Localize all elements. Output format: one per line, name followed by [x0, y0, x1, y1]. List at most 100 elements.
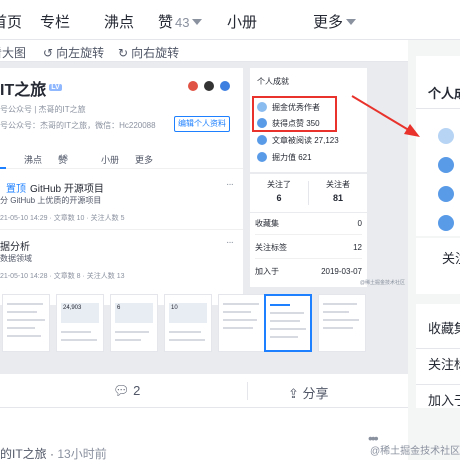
nav-tab-column[interactable]: 专栏	[40, 11, 70, 32]
column-item-title-text: GitHub 开源项目	[30, 184, 104, 195]
followers-count: 81	[332, 193, 343, 203]
thumbnail-strip: 24,903 6 10	[0, 292, 408, 354]
thumbnail[interactable]: 24,903	[56, 294, 104, 352]
comment-button[interactable]: 💬︎ 2	[113, 383, 140, 399]
achievement-row: 掘力值 621	[257, 152, 312, 163]
nav-tab-home[interactable]: 首页	[0, 11, 22, 32]
thumb-line	[115, 331, 149, 333]
thumbnail[interactable]: 6	[110, 294, 158, 352]
sub-tab-more[interactable]: 更多	[135, 153, 153, 166]
thumb-line	[270, 312, 304, 314]
sub-tab-booklets[interactable]: 小册	[101, 153, 119, 166]
rotate-right-icon: ↻	[118, 46, 129, 60]
thumbnail[interactable]: 10	[164, 294, 212, 352]
achievement-label: 文章被阅读 27,123	[272, 136, 339, 145]
divider	[416, 384, 460, 385]
comment-icon: 💬︎	[113, 383, 130, 398]
following-stat[interactable]: 关注了 6	[250, 179, 308, 203]
followers-label: 关注者	[326, 180, 350, 189]
nav-tab-booklets[interactable]: 小册	[227, 11, 257, 32]
following-label[interactable]: 关注	[442, 248, 460, 267]
stats-label: 关注标签	[255, 243, 287, 252]
rotate-right-button[interactable]: ↻ 向右旋转	[118, 44, 179, 61]
column-item-title[interactable]: 置顶 GitHub 开源项目	[6, 180, 104, 195]
more-options-icon[interactable]: ···	[226, 237, 234, 248]
post-time: 13小时前	[57, 447, 107, 460]
thumbnail[interactable]	[2, 294, 50, 352]
like-count: 43	[175, 15, 190, 30]
followers-stat[interactable]: 关注者 81	[309, 179, 367, 203]
column-item-title[interactable]: 据分析	[0, 238, 30, 253]
thumb-line	[7, 335, 41, 337]
thumbnail[interactable]	[218, 294, 266, 352]
chevron-down-icon	[192, 19, 203, 25]
post-author[interactable]: 的IT之旅	[0, 447, 47, 460]
weibo-icon[interactable]	[188, 81, 198, 91]
stats-row[interactable]: 收藏集 0	[255, 213, 362, 235]
stats-row[interactable]: 关注标签 12	[255, 237, 362, 259]
thumbnail-selected[interactable]	[264, 294, 312, 352]
thumb-line	[61, 339, 97, 341]
thumb-line	[223, 327, 253, 329]
thumb-number: 24,903	[61, 303, 99, 323]
share-label: 分享	[302, 386, 329, 401]
achievement-label: 掘力值 621	[272, 153, 312, 162]
thumb-up-icon	[438, 157, 454, 173]
comment-count: 2	[133, 383, 141, 398]
thumb-line	[323, 311, 349, 313]
profile-name: IT之旅 LV	[0, 76, 62, 100]
next-post-header: 的IT之旅 · 13小时前 •••	[0, 408, 408, 460]
sub-tab-pins[interactable]: 沸点	[24, 153, 42, 166]
share-button[interactable]: ⇪ 分享	[288, 383, 329, 402]
thumb-line	[7, 327, 35, 329]
divider	[0, 229, 243, 230]
rotate-left-button[interactable]: ↺ 向左旋转	[43, 44, 104, 61]
stats-card-zoomed: 收藏集 关注标签 加入于	[416, 304, 460, 408]
stats-label: 加入于	[428, 393, 460, 408]
nav-tab-more[interactable]: 更多	[313, 11, 357, 32]
post-action-bar: 💬︎ 2 ⇪ 分享	[0, 374, 408, 408]
view-original-button[interactable]: 看大图	[0, 44, 26, 61]
stats-footer: @稀土掘金技术社区	[359, 280, 405, 286]
rotate-left-icon: ↺	[43, 46, 54, 60]
thumb-line	[7, 311, 37, 313]
thumb-line	[115, 339, 141, 341]
column-item-desc: 分 GitHub 上优质的开源项目	[0, 196, 102, 205]
thumbnail[interactable]	[318, 294, 366, 352]
rotate-left-label: 向左旋转	[56, 46, 105, 60]
edit-profile-button[interactable]: 编辑个人资料	[174, 116, 230, 132]
thumb-line	[61, 331, 91, 333]
chevron-down-icon	[346, 19, 357, 25]
profile-name-text: IT之旅	[0, 82, 47, 99]
profile-description: 号公众号：杰哥的IT之旅，微信：Hc220088	[0, 121, 156, 130]
website-icon[interactable]	[220, 81, 230, 91]
column-item-meta: 21-05-10 14:28 · 文章数 8 · 关注人数 13	[0, 273, 125, 280]
column-item-desc: 数据领域	[0, 254, 32, 263]
thumb-line	[323, 319, 359, 321]
nav-tab-likes-label: 赞	[158, 14, 174, 31]
follow-card-zoomed: 关注	[416, 238, 460, 294]
stats-label[interactable]: 收藏集	[428, 318, 460, 337]
stats-row: 加入于 2019-03-07	[255, 261, 362, 283]
stats-label: 收藏集	[255, 219, 279, 228]
thumb-line	[223, 303, 259, 305]
trend-icon	[438, 215, 454, 231]
divider	[247, 382, 248, 400]
nav-tab-likes[interactable]: 赞 43	[158, 11, 203, 32]
level-badge: LV	[49, 84, 62, 91]
achievements-card-zoomed: 个人成	[416, 56, 460, 236]
profile-tabs: 沸点 赞 43 小册 更多	[0, 153, 243, 169]
thumb-line	[7, 319, 45, 321]
github-icon[interactable]	[204, 81, 214, 91]
achievements-title: 个人成就	[257, 77, 289, 86]
thumb-line	[223, 311, 251, 313]
active-tab-indicator	[0, 167, 6, 169]
divider	[416, 108, 460, 109]
thumb-line	[223, 319, 257, 321]
medal-icon	[438, 128, 454, 144]
stats-label[interactable]: 关注标签	[428, 354, 460, 373]
profile-subtitle: 号公众号 | 杰哥的IT之旅	[0, 105, 86, 114]
more-options-icon[interactable]: ···	[226, 179, 234, 190]
highlight-box	[252, 96, 337, 132]
nav-tab-pins[interactable]: 沸点	[104, 11, 134, 32]
